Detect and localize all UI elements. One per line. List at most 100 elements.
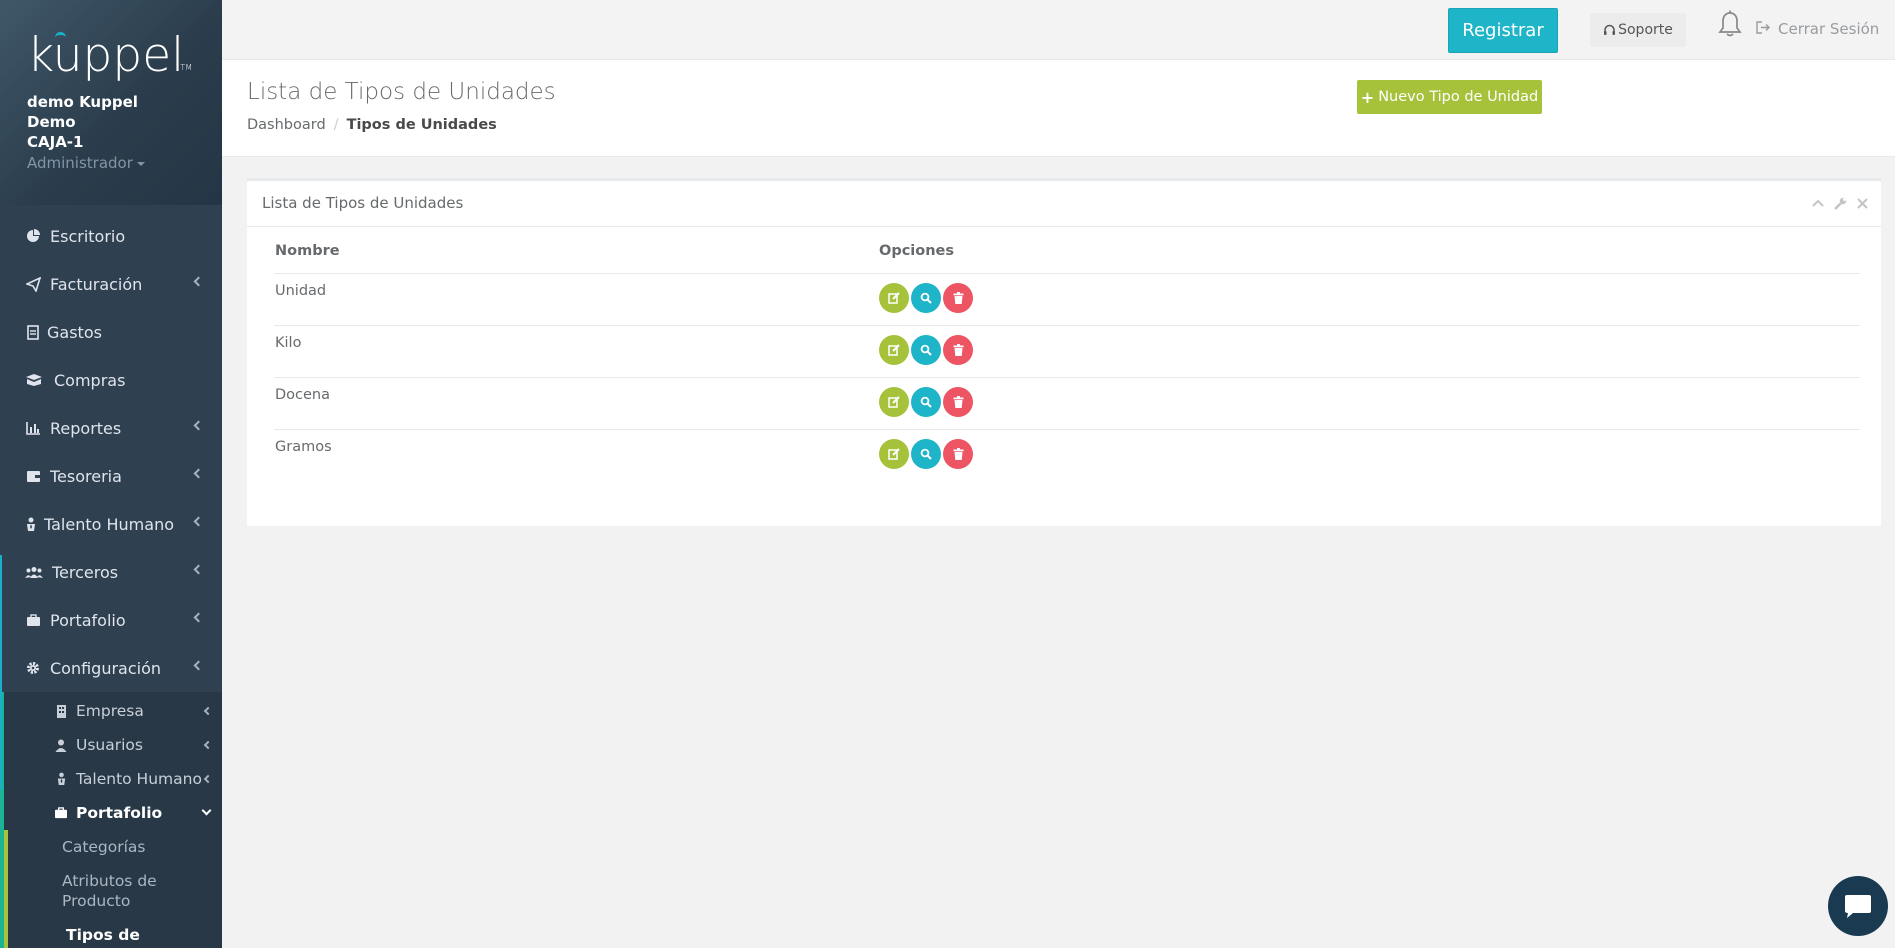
column-header-opciones: Opciones <box>879 243 1860 274</box>
cash-register: CAJA-1 <box>27 133 84 151</box>
search-icon[interactable] <box>911 282 941 313</box>
plus-icon: + <box>1360 87 1375 107</box>
unit-types-panel: Lista de Tipos de Unidades Nombre Opcion… <box>247 178 1881 526</box>
panel-tools <box>1811 196 1869 210</box>
main-nav: Escritorio Facturación Gastos Compras Re… <box>0 212 222 692</box>
chat-bubble-icon <box>1843 892 1873 920</box>
nav-facturacion[interactable]: Facturación <box>0 260 222 308</box>
breadcrumb-current: Tipos de Unidades <box>346 117 497 133</box>
breadcrumb-separator: / <box>333 117 339 133</box>
bell-icon[interactable] <box>1718 10 1742 38</box>
wallet-icon <box>25 468 41 484</box>
unit-name: Kilo <box>274 325 879 378</box>
topbar: Registrar Soporte Cerrar Sesión <box>222 0 1895 60</box>
search-icon[interactable] <box>911 386 941 417</box>
person-tie-icon <box>54 772 68 786</box>
subnav-empresa[interactable]: Empresa <box>4 694 222 728</box>
trash-icon[interactable] <box>943 282 973 313</box>
search-icon[interactable] <box>911 334 941 365</box>
soporte-button[interactable]: Soporte <box>1590 13 1686 47</box>
chevron-left-icon <box>203 740 213 750</box>
logout-link[interactable]: Cerrar Sesión <box>1756 20 1879 38</box>
kuppel-logo[interactable]: kuppel TM <box>27 28 192 84</box>
chevron-left-icon <box>193 660 204 671</box>
caret-down-icon <box>136 161 145 166</box>
edit-icon[interactable] <box>879 386 909 417</box>
briefcase-icon <box>54 806 68 820</box>
unit-types-table: Nombre Opciones Unidad Kilo Docena Gramo… <box>274 243 1860 481</box>
chat-widget-button[interactable] <box>1828 876 1888 936</box>
panel-title: Lista de Tipos de Unidades <box>247 181 1881 227</box>
collapse-icon[interactable] <box>1811 196 1825 210</box>
table-row: Gramos <box>274 429 1860 481</box>
sidebar-accent <box>0 555 2 790</box>
table-row: Unidad <box>274 273 1860 326</box>
edit-icon[interactable] <box>879 282 909 313</box>
users-icon <box>25 564 43 580</box>
paper-plane-icon <box>25 276 41 292</box>
wrench-icon[interactable] <box>1833 196 1847 210</box>
sign-out-icon <box>1756 20 1770 38</box>
column-header-nombre: Nombre <box>274 243 879 274</box>
new-unit-type-button[interactable]: + Nuevo Tipo de Unidad <box>1357 80 1542 114</box>
nav-configuracion[interactable]: Configuración <box>0 644 222 692</box>
chevron-left-icon <box>193 468 204 479</box>
nav-tesoreria[interactable]: Tesoreria <box>0 452 222 500</box>
briefcase-icon <box>25 612 41 628</box>
chevron-left-icon <box>193 516 204 527</box>
breadcrumb-dashboard[interactable]: Dashboard <box>247 117 326 133</box>
chevron-left-icon <box>203 774 213 784</box>
chevron-left-icon <box>193 276 204 287</box>
subnav-atributos-producto[interactable]: Atributos de Producto <box>8 864 208 918</box>
nav-talento-humano[interactable]: Talento Humano <box>0 500 222 548</box>
trash-icon[interactable] <box>943 438 973 469</box>
subnav-portafolio[interactable]: Portafolio <box>4 796 222 830</box>
subnav-usuarios[interactable]: Usuarios <box>4 728 222 762</box>
unit-name: Gramos <box>275 438 332 455</box>
nav-portafolio[interactable]: Portafolio <box>0 596 222 644</box>
chevron-left-icon <box>193 420 204 431</box>
subnav-tipos-unidades[interactable]: Tipos de Unidades <box>8 918 222 948</box>
unit-name: Docena <box>274 377 879 430</box>
subnav-categorias[interactable]: Categorías <box>8 830 222 864</box>
edit-icon[interactable] <box>879 334 909 365</box>
profile-header: kuppel TM demo Kuppel Demo CAJA-1 Adminis… <box>0 0 222 205</box>
role-dropdown[interactable]: Administrador <box>27 153 222 173</box>
user-name: Demo <box>27 113 76 131</box>
nav-terceros[interactable]: Terceros <box>0 548 222 596</box>
configuracion-submenu: Empresa Usuarios Talento Humano Portafol… <box>0 692 222 948</box>
row-options <box>879 377 1860 430</box>
nav-gastos[interactable]: Gastos <box>0 308 222 356</box>
search-icon[interactable] <box>911 438 941 469</box>
bar-chart-icon <box>25 420 41 436</box>
document-icon <box>25 324 41 340</box>
nav-reportes[interactable]: Reportes <box>0 404 222 452</box>
edit-icon[interactable] <box>879 438 909 469</box>
row-options <box>879 273 1860 326</box>
building-icon <box>54 704 68 718</box>
sidebar: kuppel TM demo Kuppel Demo CAJA-1 Adminis… <box>0 0 222 948</box>
nav-escritorio[interactable]: Escritorio <box>0 212 222 260</box>
chevron-down-icon <box>201 805 212 816</box>
pie-chart-icon <box>25 228 41 244</box>
page-heading: Lista de Tipos de Unidades Dashboard / Tip… <box>222 60 1895 157</box>
close-icon[interactable] <box>1855 196 1869 210</box>
row-options <box>879 429 1860 481</box>
breadcrumb: Dashboard / Tipos de Unidades <box>247 117 497 133</box>
row-options <box>879 325 1860 378</box>
table-row: Kilo <box>274 325 1860 378</box>
user-icon <box>54 738 68 752</box>
chevron-left-icon <box>193 564 204 575</box>
registrar-button[interactable]: Registrar <box>1448 8 1558 53</box>
portafolio-submenu: Categorías Atributos de Producto Tipos d… <box>4 830 222 948</box>
page-title: Lista de Tipos de Unidades <box>247 79 556 105</box>
box-icon <box>25 372 43 388</box>
subnav-talento-humano[interactable]: Talento Humano <box>4 762 222 796</box>
nav-compras[interactable]: Compras <box>0 356 222 404</box>
gear-icon <box>25 660 41 676</box>
headset-icon <box>1603 24 1616 37</box>
table-row: Docena <box>274 377 1860 430</box>
trash-icon[interactable] <box>943 334 973 365</box>
person-tie-icon <box>25 516 37 532</box>
trash-icon[interactable] <box>943 386 973 417</box>
